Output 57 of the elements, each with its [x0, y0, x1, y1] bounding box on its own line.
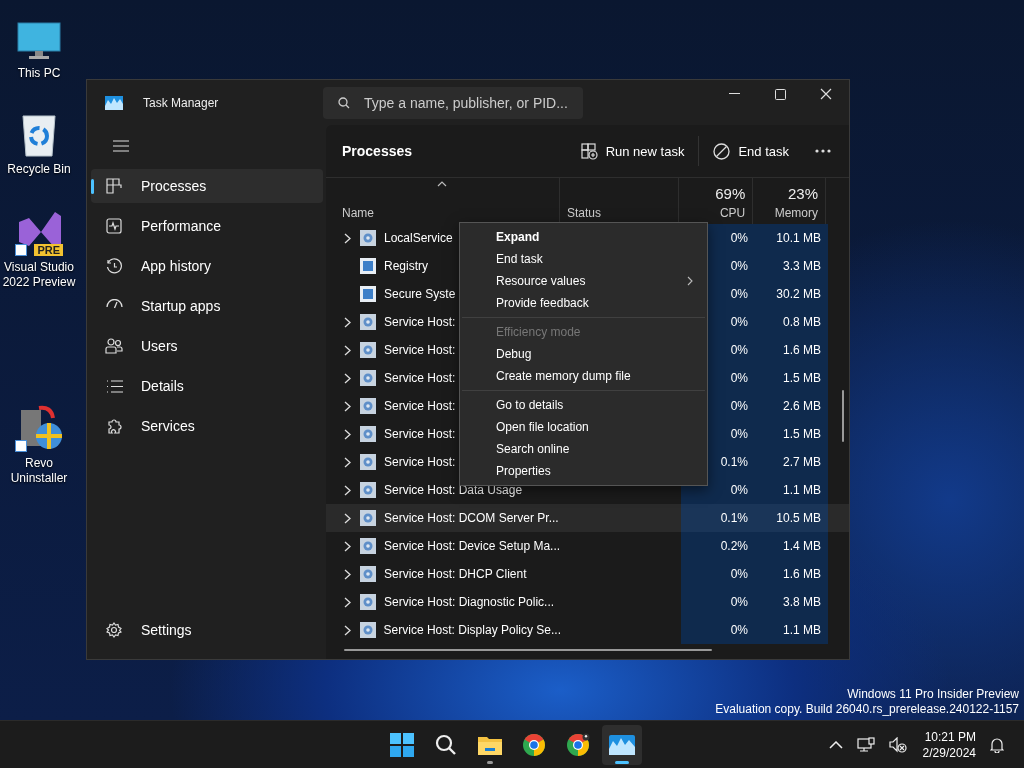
memory-value: 1.4 MB [783, 539, 821, 553]
cpu-value: 0% [730, 483, 748, 497]
process-name: Service Host: DCOM Server Pr... [384, 511, 559, 525]
memory-value: 1.5 MB [783, 427, 821, 441]
column-label: Status [567, 206, 602, 220]
memory-value: 1.1 MB [783, 483, 821, 497]
cpu-value: 0% [730, 427, 748, 441]
memory-value: 0.8 MB [783, 315, 821, 329]
usage-percent: 69% [715, 185, 746, 202]
memory-value: 1.6 MB [783, 567, 821, 581]
process-name: Service Host: Display Policy Se... [383, 623, 561, 637]
memory-value: 10.5 MB [776, 511, 821, 525]
time-text: 10:21 PM [924, 728, 976, 745]
process-name: Registry [384, 259, 428, 273]
memory-value: 2.6 MB [783, 399, 821, 413]
memory-value: 3.3 MB [783, 259, 821, 273]
cpu-value: 0.1% [720, 455, 748, 469]
cpu-value: 0% [730, 259, 748, 273]
process-name: LocalService [384, 231, 453, 245]
process-name: Service Host: [384, 315, 456, 329]
column-label: CPU [719, 206, 746, 220]
process-name: Service Host: Device Setup Ma... [384, 539, 561, 553]
cpu-value: 0% [730, 231, 748, 245]
cpu-value: 0% [730, 371, 748, 385]
cpu-value: 0% [730, 567, 748, 581]
cpu-value: 0% [730, 623, 748, 637]
cpu-value: 0% [730, 595, 748, 609]
memory-value: 10.1 MB [776, 231, 821, 245]
cpu-value: 0% [730, 343, 748, 357]
process-name: Service Host: [384, 371, 456, 385]
memory-value: 2.7 MB [783, 455, 821, 469]
cpu-value: 0.2% [720, 539, 748, 553]
memory-value: 30.2 MB [776, 287, 821, 301]
window-title: Task Manager [143, 95, 219, 110]
process-name: Service Host: [384, 455, 456, 469]
memory-value: 3.8 MB [783, 595, 821, 609]
cpu-value: 0% [730, 287, 748, 301]
evaluation-notice: Evaluation copy. Build 26040.rs_prerelease.240122-1157 [715, 702, 1019, 717]
cpu-value: 0% [730, 399, 748, 413]
cpu-value: 0% [730, 315, 748, 329]
process-name: Service Host: Diagnostic Polic... [384, 595, 555, 609]
process-name: Service Host: [384, 427, 456, 441]
preview-badge: PRE [34, 244, 63, 256]
page-title: Processes [342, 143, 413, 159]
memory-value: 1.6 MB [783, 343, 821, 357]
process-name: Service Host: [384, 399, 456, 413]
column-label: Memory [774, 206, 818, 220]
usage-percent: 23% [788, 185, 818, 202]
evaluation-notice: Windows 11 Pro Insider Preview [847, 687, 1019, 702]
date-text: 2/29/2024 [922, 744, 976, 761]
process-name: Secure Syste [384, 287, 456, 301]
process-name: Service Host: [384, 343, 456, 357]
column-label: Name [342, 206, 375, 220]
memory-value: 1.1 MB [783, 623, 821, 637]
process-name: Service Host: DHCP Client [384, 567, 527, 581]
memory-value: 1.5 MB [783, 371, 821, 385]
cpu-value: 0.1% [720, 511, 748, 525]
